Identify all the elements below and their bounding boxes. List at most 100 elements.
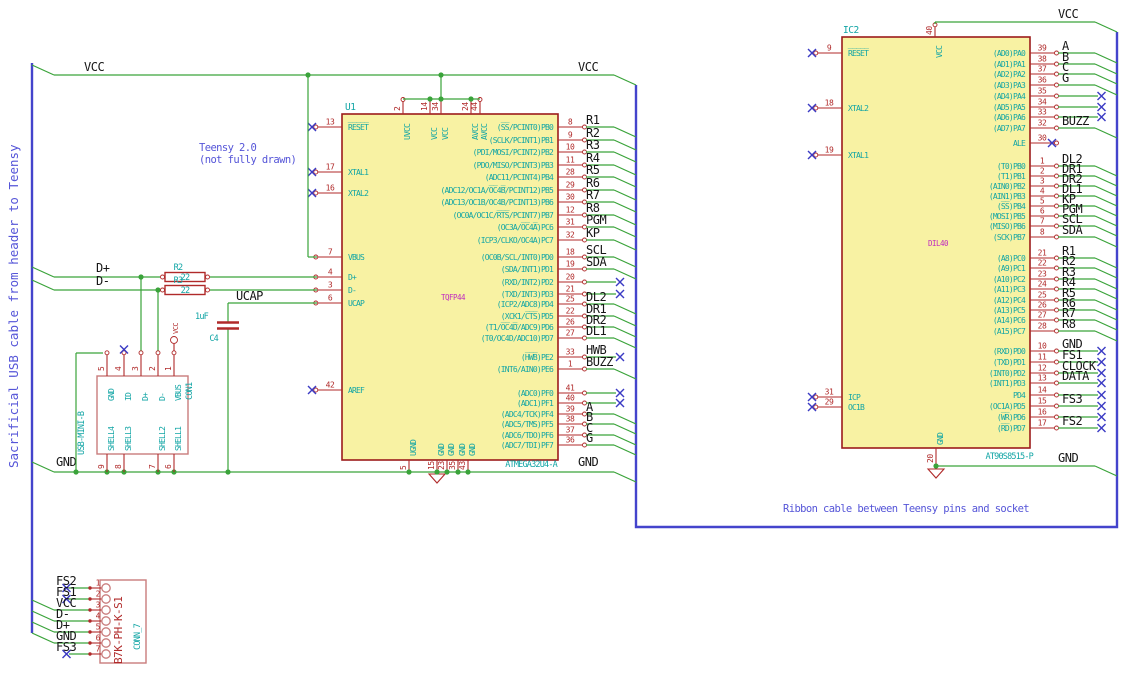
net-label-FS2[interactable]: FS2 [1062,414,1083,428]
net-label-VCC[interactable]: VCC [1058,7,1079,21]
pin-number: 15 [1038,397,1047,406]
pin-number: 23 [437,461,446,470]
net-label-BUZZ[interactable]: BUZZ [1062,114,1090,128]
net-label-D-minus[interactable]: D- [96,274,110,288]
pin-name: (MISO)PB6 [989,222,1026,231]
net-label-GND[interactable]: GND [56,455,77,469]
pin-number: 1 [568,360,573,369]
component-u1[interactable]: U1 ATMEGA32U4-A TQFP44 8 (S̅S̅/PCINT0)PB0 R1 9… [307,97,637,473]
pin-name: SHELL4 [107,426,116,451]
pin-number: 12 [566,206,575,215]
pin-end-circle [1054,359,1059,365]
pin-end-circle [313,190,319,196]
pin-name: (T0/OC4D/ADC10)PD7 [481,334,554,343]
pin-number: 33 [566,348,575,357]
pin-number: 34 [431,102,440,111]
pin-name: (OC0B/SCL/INT0)PD0 [481,253,554,262]
pin-name: (T1/O̅C̅4̅D̅/ADC9)PD6 [485,322,554,332]
pin-name: (OC1A)PD5 [989,402,1026,411]
pin-end-circle [813,152,819,158]
pin-end-circle [1054,223,1059,229]
component-r2[interactable]: R222 [160,263,210,283]
bus-entry [1094,465,1118,477]
bus-entry [613,151,637,163]
net-label-DL1[interactable]: DL1 [586,324,607,338]
pin-number: 40 [566,394,575,403]
net-label-DATA[interactable]: DATA [1062,369,1091,383]
pin-number: 14 [1038,386,1047,395]
net-label-BUZZ[interactable]: BUZZ [586,355,614,369]
net-label-UCAP[interactable]: UCAP [236,289,264,303]
conn7-pad [101,616,111,626]
pin-name: SHELL1 [174,426,183,451]
pin-end-circle [88,652,92,656]
schematic-canvas[interactable]: U1 ATMEGA32U4-A TQFP44 8 (S̅S̅/PCINT0)PB0 R1 9… [0,0,1131,690]
junction-dot [455,469,461,475]
bus-entry [1094,205,1118,217]
pin-end-circle [1054,265,1059,271]
net-label-SDA[interactable]: SDA [586,255,608,269]
pin-name: (A12)PC4 [993,296,1026,305]
component-ic2[interactable]: IC2AT90S8515-PDIL4039(AD0)PA0A38(AD1)PA1… [807,7,1118,479]
junction-dot [438,72,444,78]
pin-name: (AD2)PA2 [993,70,1026,79]
component-conn7[interactable]: B7K-PH-K-S1 CONN_71FS22FS13VCC4D-5D+6GND7… [31,574,147,664]
pin-name: PD4 [1013,391,1026,400]
net-label-G[interactable]: G [586,431,594,445]
net-label-R1[interactable]: R1 [586,113,600,127]
net-label-R5[interactable]: R5 [586,163,600,177]
net-label-GND[interactable]: GND [578,455,599,469]
net-label-FS3[interactable]: FS3 [1062,392,1083,406]
pin-name: (RXD/INT2)PD2 [501,278,554,287]
pin-number: 30 [1038,134,1047,143]
component-c4[interactable]: 1uF C4 [195,312,239,344]
u1-package: TQFP44 [441,293,466,302]
pin-number: 12 [1038,364,1047,373]
pin-number: 25 [566,295,575,304]
net-label-R8[interactable]: R8 [1062,317,1076,331]
net-label-SDA[interactable]: SDA [1062,223,1084,237]
pin-number: 3 [131,366,140,371]
schematic-svg[interactable]: U1 ATMEGA32U4-A TQFP44 8 (S̅S̅/PCINT0)PB0 R1 9… [0,0,1131,690]
pin-name: ALE [1013,139,1026,148]
pin-end-circle [205,274,210,280]
component-usb-mini-b[interactable]: USB-MINI-B CON1 5 GND 4 ID 3 D+ 2 D- 1 VBUS VCC 9 SHEL… [77,323,195,472]
pin-end-circle [1054,297,1059,303]
bus-entry [1094,185,1118,197]
bus-entry [613,337,637,349]
pin-name: SHELL3 [124,426,133,451]
pin-number: 1 [1040,157,1045,166]
net-label-D-plus[interactable]: D+ [96,261,110,275]
pin-name: (INT0)PD2 [989,369,1026,378]
pin-number: 4 [96,612,101,621]
pin-number: 9 [827,44,832,53]
pin-name: (OC0A/OC1C/R̅T̅S̅/PCINT7)PB7 [453,210,554,220]
net-label-PGM[interactable]: PGM [586,213,607,227]
net-label-VCC[interactable]: VCC [578,60,599,74]
net-label-KP[interactable]: KP [586,226,600,240]
pin-name: XTAL2 [848,104,869,113]
pin-end-circle [160,274,165,280]
pin-name: ICP [848,393,861,402]
pin-name: (A14)PC6 [993,316,1026,325]
pin-name: (ADC1)PF1 [517,399,554,408]
net-label-FS3[interactable]: FS3 [56,640,77,654]
pin-name: (H̅W̅B̅)PE2 [521,352,554,362]
pin-number: 3 [1040,177,1045,186]
conn7-pad [101,594,111,604]
pin-number: 40 [925,26,934,35]
pin-end-circle [1054,425,1059,431]
net-label-G[interactable]: G [1062,71,1070,85]
pin-number: 30 [566,193,575,202]
pin-number: 8 [1040,228,1045,237]
pin-number: 19 [566,260,575,269]
net-label-GND[interactable]: GND [1058,451,1079,465]
pin-name: (ADC0)PF0 [517,389,554,398]
bus-entry [613,201,637,213]
net-label-VCC[interactable]: VCC [84,60,105,74]
net-label-R3[interactable]: R3 [586,138,600,152]
pin-name: (W̅R̅)PD6 [997,412,1026,422]
pin-end-circle [1054,104,1059,110]
net-label-R7[interactable]: R7 [586,188,600,202]
pin-name: AVCC [480,123,489,140]
